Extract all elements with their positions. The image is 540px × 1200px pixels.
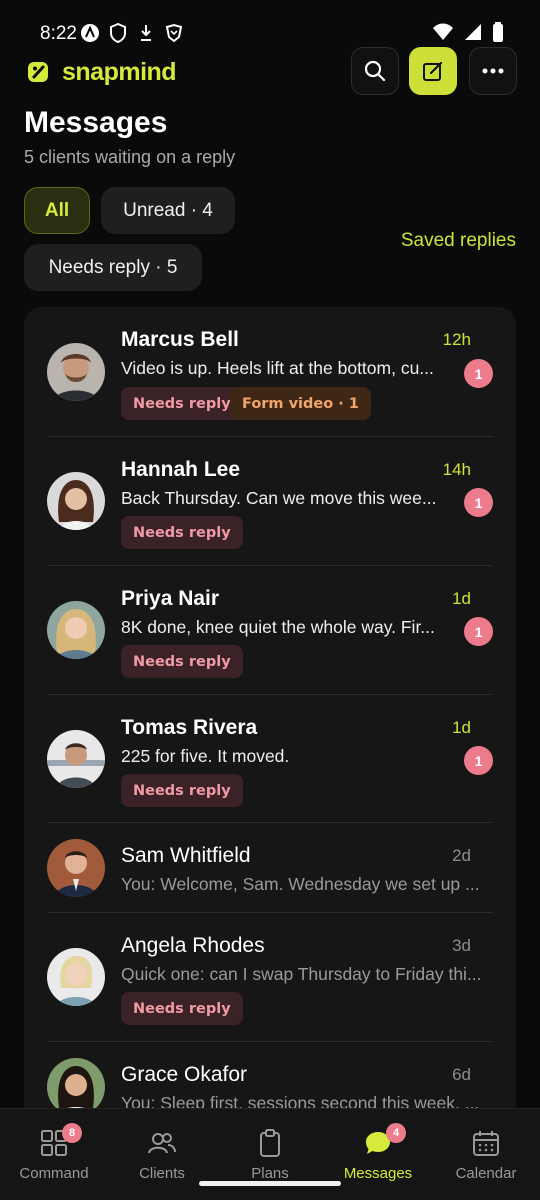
nav-clients[interactable]: Clients <box>108 1109 216 1200</box>
nav-label: Calendar <box>455 1165 517 1182</box>
needs-reply-tag: Needs reply <box>121 774 243 807</box>
needs-reply-tag: Needs reply <box>121 645 243 678</box>
more-button[interactable] <box>469 47 517 95</box>
compose-button[interactable] <box>409 47 457 95</box>
nav-command[interactable]: 8 Command <box>0 1109 108 1200</box>
nav-label: Clients <box>139 1165 185 1182</box>
nav-plans[interactable]: Plans <box>216 1109 324 1200</box>
contact-name: Marcus Bell <box>121 328 239 351</box>
filter-needs-reply[interactable]: Needs reply · 5 <box>24 244 202 291</box>
brave-icon <box>164 23 184 43</box>
avatar <box>47 472 105 530</box>
needs-reply-tag: Needs reply <box>121 387 243 420</box>
needs-reply-tag: Needs reply <box>121 516 243 549</box>
status-time: 8:22 <box>40 23 77 44</box>
avatar <box>47 730 105 788</box>
contact-name: Tomas Rivera <box>121 716 258 739</box>
contact-name: Sam Whitfield <box>121 844 251 867</box>
app-name: snapmind <box>62 58 177 86</box>
calendar-icon <box>473 1131 499 1156</box>
avatar <box>47 601 105 659</box>
message-time: 1d <box>452 718 471 737</box>
nav-label: Messages <box>343 1165 413 1182</box>
wifi-icon <box>432 23 454 46</box>
nav-label: Command <box>19 1165 89 1182</box>
message-time: 6d <box>452 1065 471 1084</box>
nav-messages[interactable]: 4 Messages <box>324 1109 432 1200</box>
avatar <box>47 839 105 897</box>
contact-name: Angela Rhodes <box>121 934 265 957</box>
search-button[interactable] <box>351 47 399 95</box>
message-row-tomas-rivera[interactable]: Tomas Rivera 1d 225 for five. It moved. … <box>47 695 493 823</box>
message-row-hannah-lee[interactable]: Hannah Lee 14h Back Thursday. Can we mov… <box>47 437 493 566</box>
avatar <box>47 948 105 1006</box>
unread-badge: 1 <box>464 488 493 517</box>
message-preview: 225 for five. It moved. <box>121 746 290 766</box>
saved-replies-link[interactable]: Saved replies <box>401 230 516 252</box>
message-preview: Back Thursday. Can we move this wee... <box>121 488 437 508</box>
message-list: Marcus Bell 12h Video is up. Heels lift … <box>24 307 516 1137</box>
contact-name: Hannah Lee <box>121 458 241 481</box>
vpn-a-icon <box>80 23 100 43</box>
nav-calendar[interactable]: Calendar <box>432 1109 540 1200</box>
nav-label: Plans <box>251 1165 289 1182</box>
search-icon <box>364 60 386 82</box>
snapmind-logo-icon <box>26 60 52 86</box>
unread-badge: 1 <box>464 617 493 646</box>
message-preview: Video is up. Heels lift at the bottom, c… <box>121 358 434 378</box>
unread-badge: 1 <box>464 359 493 388</box>
form-video-tag: Form video · 1 <box>230 387 371 420</box>
battery-icon <box>492 22 504 47</box>
message-preview: You: Welcome, Sam. Wednesday we set up .… <box>121 874 480 894</box>
message-row-priya-nair[interactable]: Priya Nair 1d 8K done, knee quiet the wh… <box>47 566 493 695</box>
message-preview: Quick one: can I swap Thursday to Friday… <box>121 964 482 984</box>
message-time: 14h <box>442 460 471 479</box>
bottom-nav: 8 Command Clients Plans 4 Messages Calen… <box>0 1108 540 1200</box>
people-icon <box>148 1133 176 1154</box>
download-icon <box>136 23 156 43</box>
compose-icon <box>423 61 443 81</box>
shield-icon <box>108 23 128 43</box>
message-time: 2d <box>452 846 471 865</box>
message-time: 1d <box>452 589 471 608</box>
message-row-sam-whitfield[interactable]: Sam Whitfield 2d You: Welcome, Sam. Wedn… <box>47 823 493 913</box>
page-title: Messages <box>24 106 168 139</box>
status-bar: 8:22 <box>0 0 540 66</box>
home-indicator[interactable] <box>199 1181 341 1186</box>
message-time: 3d <box>452 936 471 955</box>
cellular-icon <box>464 23 482 46</box>
message-row-marcus-bell[interactable]: Marcus Bell 12h Video is up. Heels lift … <box>47 307 493 437</box>
filter-all[interactable]: All <box>24 187 90 234</box>
needs-reply-tag: Needs reply <box>121 992 243 1025</box>
unread-badge: 1 <box>464 746 493 775</box>
filter-unread[interactable]: Unread · 4 <box>101 187 235 234</box>
page-subtitle: 5 clients waiting on a reply <box>24 147 236 167</box>
nav-badge: 4 <box>386 1123 406 1143</box>
message-time: 12h <box>442 330 471 349</box>
nav-badge: 8 <box>62 1123 82 1143</box>
avatar <box>47 343 105 401</box>
contact-name: Grace Okafor <box>121 1063 248 1086</box>
brand: snapmind <box>26 58 177 87</box>
message-row-angela-rhodes[interactable]: Angela Rhodes 3d Quick one: can I swap T… <box>47 913 493 1042</box>
contact-name: Priya Nair <box>121 587 220 610</box>
more-icon <box>482 68 504 74</box>
message-preview: 8K done, knee quiet the whole way. Fir..… <box>121 617 435 637</box>
clipboard-icon <box>260 1129 280 1157</box>
